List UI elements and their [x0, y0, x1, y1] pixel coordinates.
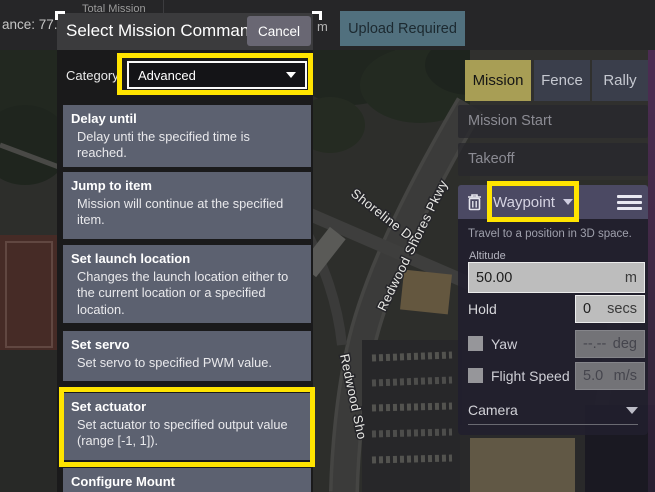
command-item-configure-mount[interactable]: Configure Mount [63, 468, 311, 492]
camera-chevron-down-icon [626, 407, 638, 414]
command-item-set-servo[interactable]: Set servo Set servo to specified PWM val… [63, 331, 311, 381]
chevron-down-icon [563, 199, 573, 205]
dialog-title: Select Mission Command [66, 21, 259, 41]
command-item-set-actuator[interactable]: Set actuator Set actuator to specified o… [63, 393, 311, 460]
camera-section-toggle[interactable]: Camera [468, 402, 638, 418]
dialog-header: Select Mission Command Cancel [57, 13, 313, 50]
flight-speed-unit: m/s [614, 368, 637, 384]
waypoint-editor-panel: Travel to a position in 3D space. Altitu… [458, 219, 648, 435]
mission-start-item[interactable]: Mission Start [458, 105, 648, 138]
flight-speed-checkbox[interactable] [468, 368, 483, 383]
select-mission-command-dialog: Select Mission Command Cancel Category: … [57, 13, 313, 492]
altitude-input[interactable]: 50.00 m [468, 262, 645, 293]
altitude-label: Altitude [469, 250, 506, 262]
flight-speed-input[interactable]: 5.0 m/s [575, 362, 645, 390]
dropdown-chevron-icon [286, 72, 296, 78]
hold-unit: secs [607, 301, 637, 317]
cancel-button[interactable]: Cancel [247, 16, 311, 46]
screen-right-edge-strip [648, 50, 655, 492]
yaw-unit: deg [613, 336, 637, 352]
waypoint-description: Travel to a position in 3D space. [468, 228, 640, 240]
waypoint-type-dropdown[interactable]: Waypoint [493, 194, 555, 211]
category-label: Category: [66, 68, 122, 83]
category-dropdown[interactable]: Advanced [127, 61, 307, 89]
waypoint-item-header: Waypoint [458, 185, 648, 219]
altitude-unit: m [625, 270, 637, 286]
flight-speed-label: Flight Speed [491, 368, 570, 384]
tab-rally[interactable]: Rally [592, 60, 648, 101]
upload-required-button[interactable]: Upload Required [340, 11, 465, 46]
takeoff-item[interactable]: Takeoff [458, 143, 648, 176]
hold-input[interactable]: 0 secs [575, 295, 645, 323]
yaw-label: Yaw [491, 336, 517, 352]
unit-text-fragment: m [317, 19, 328, 34]
tab-fence[interactable]: Fence [534, 60, 590, 101]
command-item-delay-until[interactable]: Delay until Delay unti the specified tim… [63, 105, 311, 167]
distance-text-fragment: ance: 77.5 [2, 17, 65, 32]
yaw-input[interactable]: --.-- deg [575, 330, 645, 358]
yaw-checkbox[interactable] [468, 336, 483, 351]
camera-section-divider [468, 424, 638, 425]
trash-icon[interactable] [465, 192, 484, 212]
hold-label: Hold [468, 301, 497, 317]
tab-mission[interactable]: Mission [465, 60, 531, 101]
command-item-jump-to-item[interactable]: Jump to item Mission will continue at th… [63, 172, 311, 239]
qgroundcontrol-plan-screen: Shoreline Dr Redwood Shores Pkwy Redwood… [0, 0, 655, 492]
command-item-set-launch-location[interactable]: Set launch location Changes the launch l… [63, 245, 311, 323]
hamburger-menu-icon[interactable] [617, 192, 642, 213]
